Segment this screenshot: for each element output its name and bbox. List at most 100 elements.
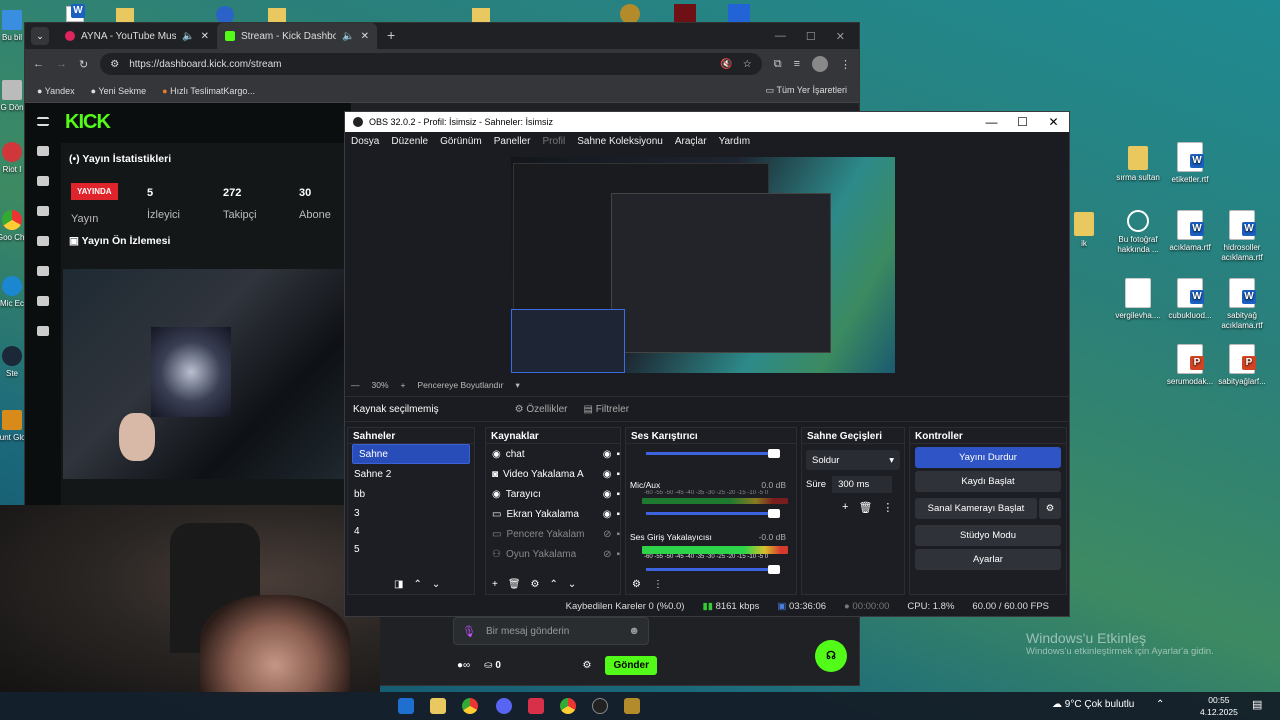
filters-button[interactable]: ▤ Filtreler	[583, 404, 629, 415]
stop-streaming-button[interactable]: Yayını Durdur	[915, 447, 1061, 468]
studio-mode-button[interactable]: Stüdyo Modu	[915, 525, 1061, 546]
source-item[interactable]: ◉ Tarayıcı ◉ ▪	[486, 484, 620, 504]
maximize-button[interactable]: ☐	[806, 30, 816, 43]
move-up-icon[interactable]: ⌃	[550, 579, 558, 590]
audio-icon[interactable]: 🔈	[182, 31, 194, 42]
minimize-button[interactable]: —	[976, 115, 1007, 129]
sidebar-library-icon[interactable]	[37, 176, 49, 186]
reload-icon[interactable]: ↻	[79, 58, 88, 71]
add-source-icon[interactable]: +	[492, 579, 498, 590]
site-info-icon[interactable]: ⚙	[110, 59, 119, 70]
scene-item[interactable]: 3	[348, 504, 474, 522]
store-icon[interactable]: ⛀ 0	[484, 660, 501, 671]
emoji-icon[interactable]: ☻	[628, 625, 640, 637]
scene-item[interactable]: bb	[348, 484, 474, 504]
lock-icon[interactable]: ▪	[616, 449, 620, 460]
send-button[interactable]: Gönder	[605, 655, 657, 675]
sidebar-menu-icon[interactable]	[37, 117, 49, 126]
desktop-icon[interactable]: sabityağ acıklama.rtf	[1210, 278, 1274, 331]
start-recording-button[interactable]: Kaydı Başlat	[915, 471, 1061, 492]
app-icon[interactable]	[728, 4, 750, 24]
hidden-icon[interactable]: ⊘	[603, 549, 611, 560]
app-icon[interactable]	[674, 4, 696, 24]
lock-icon[interactable]: ▪	[616, 509, 620, 520]
lock-icon[interactable]: ▪	[616, 469, 620, 480]
menu-profile[interactable]: Profil	[542, 136, 565, 147]
menu-edit[interactable]: Düzenle	[391, 136, 428, 147]
menu-icon[interactable]: ⋮	[882, 501, 893, 514]
address-bar[interactable]: ⚙ https://dashboard.kick.com/stream 🔇 ☆	[100, 53, 762, 75]
lock-icon[interactable]: ▪	[616, 529, 620, 540]
filter-icon[interactable]: ◨	[394, 579, 403, 590]
bookmark-star-icon[interactable]: ☆	[743, 59, 752, 70]
lock-icon[interactable]: ▪	[616, 549, 620, 560]
outlook-icon[interactable]	[398, 698, 414, 714]
profile-avatar[interactable]	[812, 56, 828, 72]
move-up-icon[interactable]: ⌃	[413, 579, 421, 590]
file-icon[interactable]	[66, 4, 85, 22]
folder-icon[interactable]	[472, 8, 490, 22]
chevron-down-icon[interactable]: ▾	[515, 380, 519, 391]
back-icon[interactable]: ←	[33, 58, 44, 70]
virtual-cam-settings-icon[interactable]: ⚙	[1039, 498, 1061, 519]
desktop-icon[interactable]: sabityağlarf...	[1210, 344, 1274, 387]
source-item[interactable]: ◉ chat ◉ ▪	[486, 444, 620, 464]
mic-icon[interactable]: 🎙	[462, 625, 476, 638]
chrome-icon[interactable]	[560, 698, 576, 714]
transition-select[interactable]: Soldur ▾	[806, 450, 900, 470]
hidden-icon[interactable]: ⊘	[603, 529, 611, 540]
folder-icon[interactable]	[268, 8, 286, 22]
file-explorer-icon[interactable]	[430, 698, 446, 714]
menu-scene-collection[interactable]: Sahne Koleksiyonu	[577, 136, 663, 147]
sidebar-stream-icon[interactable]	[37, 146, 49, 156]
add-icon[interactable]: +	[842, 501, 848, 514]
sidebar-settings-icon[interactable]	[37, 326, 49, 336]
mute-icon[interactable]: 🔇	[720, 59, 732, 70]
scene-item[interactable]: Sahne	[352, 444, 470, 464]
obs-icon[interactable]	[592, 698, 608, 714]
chat-input[interactable]: Bir mesaj gönderin	[486, 626, 618, 637]
properties-button[interactable]: ⚙ Özellikler	[515, 404, 568, 415]
advanced-audio-icon[interactable]: ⚙	[632, 579, 641, 590]
lol-icon[interactable]	[620, 4, 640, 24]
all-bookmarks[interactable]: ▭ Tüm Yer İşaretleri	[766, 85, 847, 96]
folder-icon[interactable]	[116, 8, 134, 22]
lol-icon[interactable]	[624, 698, 640, 714]
kick-logo[interactable]: KICK	[65, 111, 111, 134]
app-icon[interactable]	[528, 698, 544, 714]
menu-docks[interactable]: Paneller	[494, 136, 531, 147]
settings-button[interactable]: Ayarlar	[915, 549, 1061, 570]
desktop-icon[interactable]: ik	[1066, 208, 1102, 249]
sidebar-capture-icon[interactable]	[37, 266, 49, 276]
move-down-icon[interactable]: ⌄	[568, 579, 576, 590]
settings-icon[interactable]: ⚙	[531, 579, 540, 590]
preview-canvas[interactable]	[511, 157, 895, 373]
source-item[interactable]: ⚇ Oyun Yakalama ⊘ ▪	[486, 544, 620, 564]
volume-slider[interactable]	[646, 565, 780, 574]
source-item[interactable]: ◙ Video Yakalama A ◉ ▪	[486, 464, 620, 484]
minimize-button[interactable]: —	[775, 30, 786, 43]
close-button[interactable]: ✕	[836, 30, 845, 43]
source-item[interactable]: ▭ Pencere Yakalam ⊘ ▪	[486, 524, 620, 544]
menu-tools[interactable]: Araçlar	[675, 136, 707, 147]
menu-file[interactable]: Dosya	[351, 136, 379, 147]
scene-item[interactable]: Sahne 2	[348, 464, 474, 484]
delete-icon[interactable]: 🗑	[858, 501, 872, 514]
maximize-button[interactable]: ☐	[1007, 115, 1038, 129]
support-button[interactable]: ☊	[815, 640, 847, 672]
sidebar-community-icon[interactable]	[37, 236, 49, 246]
chrome-icon[interactable]	[462, 698, 478, 714]
menu-icon[interactable]: ⋮	[840, 58, 851, 71]
menu-view[interactable]: Görünüm	[440, 136, 482, 147]
tray-chevron-icon[interactable]: ⌃	[1156, 699, 1164, 710]
sidebar-users-icon[interactable]	[37, 296, 49, 306]
volume-slider[interactable]	[646, 509, 780, 518]
discord-icon[interactable]	[496, 698, 512, 714]
move-down-icon[interactable]: ⌄	[432, 579, 440, 590]
zoom-in-button[interactable]: +	[401, 380, 406, 391]
new-tab-button[interactable]: +	[377, 27, 405, 49]
fit-to-window[interactable]: Pencereye Boyutlandır	[417, 380, 503, 391]
volume-slider[interactable]	[646, 449, 780, 458]
bookmark-kargo[interactable]: ● Hızlı TeslimatKargo...	[162, 86, 255, 96]
notification-icon[interactable]: ▤	[1252, 698, 1262, 711]
